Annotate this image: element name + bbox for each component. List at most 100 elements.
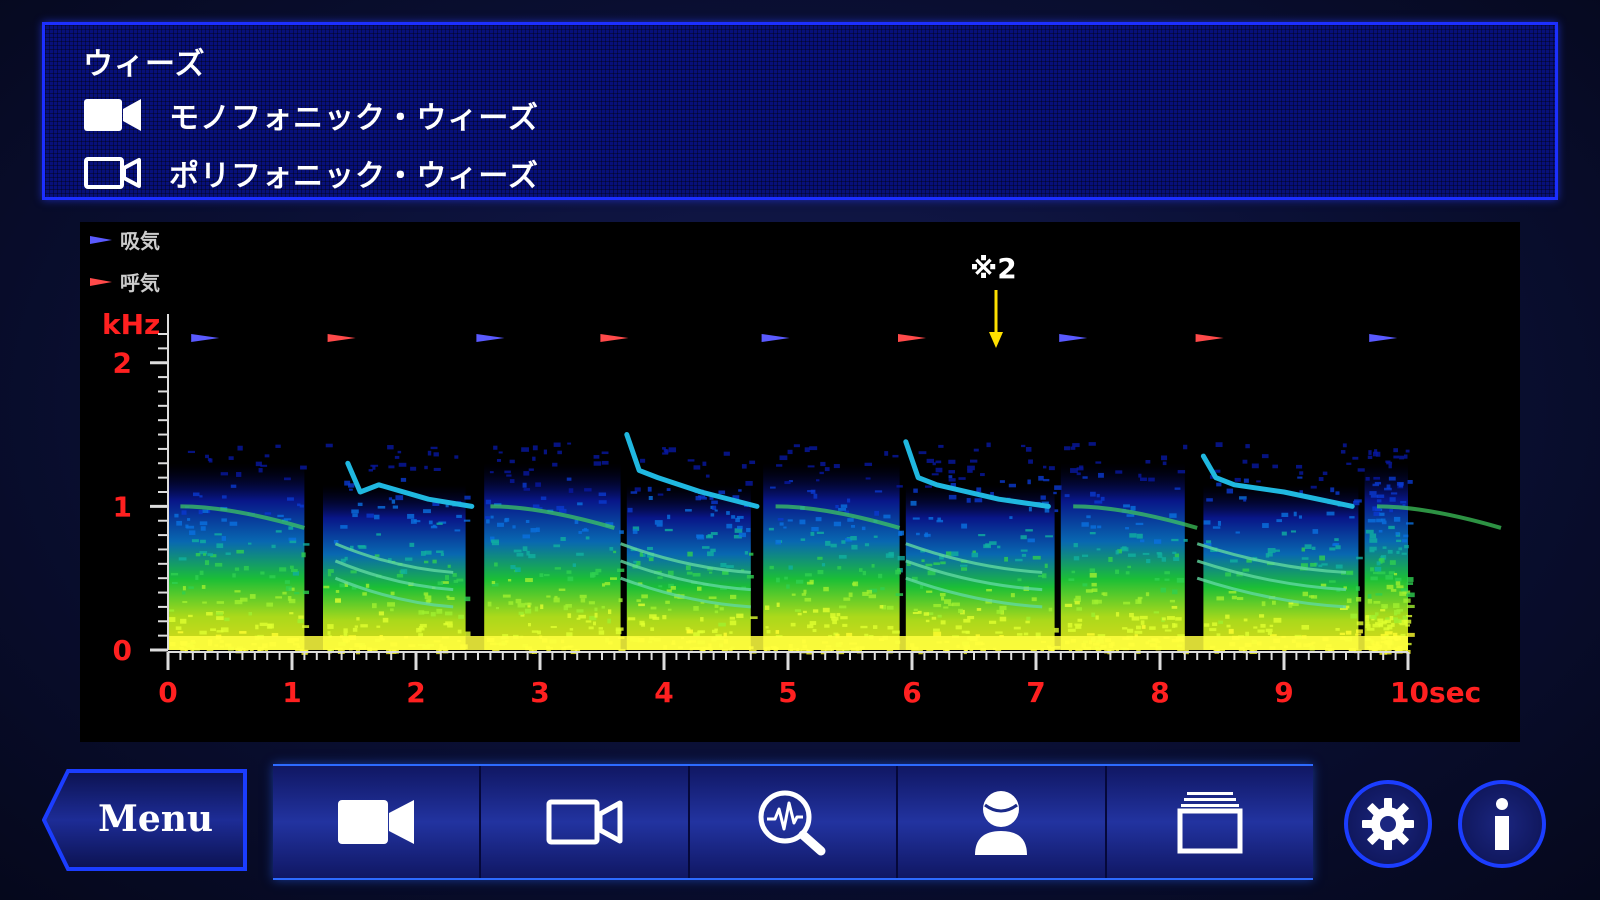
spectrogram-speckle xyxy=(999,480,1005,483)
spectrogram-speckle xyxy=(283,477,291,481)
spectrogram-speckle xyxy=(710,532,718,536)
patient-button[interactable] xyxy=(898,766,1107,878)
spectrogram-speckle xyxy=(374,514,380,520)
spectrogram-speckle xyxy=(1406,592,1415,598)
polyphonic-wheeze-button[interactable] xyxy=(481,766,690,878)
spectrogram-speckle xyxy=(424,594,428,600)
info-button[interactable] xyxy=(1458,780,1546,868)
spectrogram-speckle xyxy=(641,594,648,599)
spectrogram-speckle xyxy=(601,451,609,455)
spectrogram-speckle xyxy=(779,522,784,526)
spectrogram-speckle xyxy=(214,562,223,567)
spectrogram-speckle xyxy=(576,609,584,613)
spectrogram-speckle xyxy=(1009,516,1013,520)
spectrogram-speckle xyxy=(800,538,806,541)
spectrogram-speckle xyxy=(528,554,536,559)
spectrogram-speckle xyxy=(1276,519,1283,523)
spectrogram-speckle xyxy=(1090,491,1096,497)
spectrogram-speckle xyxy=(1115,612,1120,617)
spectrogram-speckle xyxy=(804,573,812,577)
spectrogram-speckle xyxy=(221,518,227,522)
spectrogram-speckle xyxy=(1149,626,1156,630)
spectrogram-speckle xyxy=(1335,545,1341,550)
spectrogram-speckle xyxy=(1335,564,1343,569)
settings-button[interactable] xyxy=(1344,780,1432,868)
spectrogram-speckle xyxy=(824,624,830,628)
spectrogram-speckle xyxy=(598,500,607,504)
spectrogram-speckle xyxy=(950,551,959,557)
spectrogram-speckle xyxy=(749,460,756,465)
stacked-cards-icon xyxy=(1177,792,1243,854)
spectrogram-speckle xyxy=(1146,559,1151,564)
spectrogram-speckle xyxy=(365,583,370,588)
spectrogram-speckle xyxy=(720,562,727,568)
spectrogram-speckle xyxy=(650,627,655,631)
spectrogram-speckle xyxy=(1381,520,1387,525)
spectrogram-speckle xyxy=(188,614,193,618)
inspiration-legend-label: 吸気 xyxy=(120,229,160,253)
monophonic-wheeze-button[interactable] xyxy=(273,766,482,878)
spectrogram-speckle xyxy=(803,610,807,614)
spectrogram-speckle xyxy=(168,617,176,623)
menu-button[interactable]: Menu xyxy=(42,768,248,872)
sound-search-button[interactable] xyxy=(689,766,899,878)
spectrogram-speckle xyxy=(978,534,986,537)
spectrogram-speckle xyxy=(1393,609,1401,615)
spectrogram-speckle xyxy=(207,458,212,462)
spectrogram-speckle xyxy=(719,607,724,611)
card-list-button[interactable] xyxy=(1106,766,1314,878)
spectrogram-speckle xyxy=(938,444,944,448)
spectrogram-speckle xyxy=(221,495,227,499)
spectrogram-speckle xyxy=(1020,549,1028,552)
spectrogram-speckle xyxy=(1365,476,1370,481)
spectrogram-speckle xyxy=(1265,628,1273,632)
spectrogram-speckle xyxy=(601,605,605,609)
spectrogram-speckle xyxy=(275,530,282,533)
spectrogram-speckle xyxy=(585,536,590,540)
x-tick-label: 5 xyxy=(778,676,797,709)
spectrogram-speckle xyxy=(430,525,438,529)
spectrogram-speckle xyxy=(1169,513,1177,518)
spectrogram-speckle xyxy=(1095,461,1102,464)
spectrogram-speckle xyxy=(514,567,521,573)
spectrogram-speckle xyxy=(1396,550,1400,554)
spectrogram-speckle xyxy=(323,585,330,589)
spectrogram-speckle xyxy=(807,465,815,468)
spectrogram-speckle xyxy=(741,464,747,469)
spectrogram-speckle xyxy=(285,586,292,591)
expiration-legend-label: 呼気 xyxy=(120,271,160,295)
spectrogram-speckle xyxy=(565,604,572,608)
expiration-legend-marker xyxy=(90,278,112,286)
spectrogram-speckle xyxy=(1235,531,1240,534)
spectrogram-speckle xyxy=(1015,558,1023,562)
spectrogram-speckle xyxy=(765,626,769,629)
expiration-marker xyxy=(600,334,629,342)
spectrogram-speckle xyxy=(1373,601,1381,604)
spectrogram-speckle xyxy=(1355,633,1362,636)
spectrogram-speckle xyxy=(1376,561,1381,566)
spectrogram-speckle xyxy=(187,450,195,454)
spectrogram-speckle xyxy=(182,591,186,595)
spectrogram-speckle xyxy=(487,601,492,607)
spectrogram-speckle xyxy=(518,611,524,615)
spectrogram-speckle xyxy=(407,513,415,519)
spectrogram-speckle xyxy=(1335,627,1340,631)
spectrogram-speckle xyxy=(249,594,256,599)
spectrogram-speckle xyxy=(214,533,222,536)
spectrogram-speckle xyxy=(769,565,774,570)
spectrogram-speckle xyxy=(848,592,853,598)
spectrogram-speckle xyxy=(892,630,900,634)
spectrogram-speckle xyxy=(948,459,956,464)
spectrogram-speckle xyxy=(1135,599,1142,605)
spectrogram-speckle xyxy=(1401,552,1407,555)
spectrogram-speckle xyxy=(577,502,583,506)
spectrogram-speckle xyxy=(458,614,465,619)
spectrogram-speckle xyxy=(553,597,560,603)
waveform-search-icon xyxy=(758,790,826,856)
spectrogram-speckle xyxy=(1077,618,1083,622)
spectrogram-speckle xyxy=(558,588,566,591)
spectrogram-speckle xyxy=(996,609,1004,614)
spectrogram-speckle xyxy=(1388,476,1396,481)
spectrogram-speckle xyxy=(579,594,587,599)
spectrogram-speckle xyxy=(1054,509,1059,513)
